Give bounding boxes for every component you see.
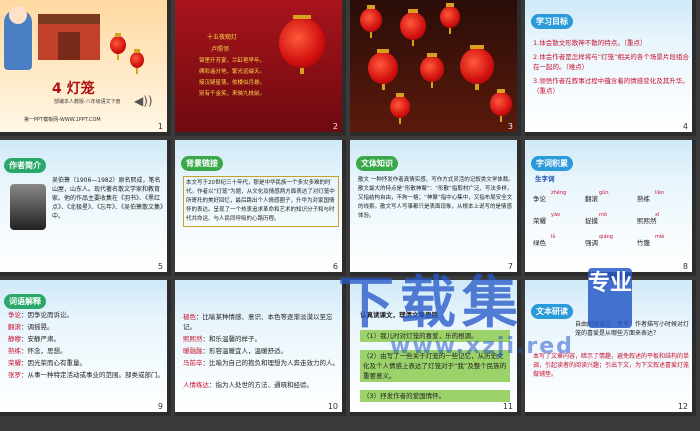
goal-text: 1.体会散文形散神不散的特点。（重点） [533, 39, 647, 47]
vocab-word: 争论 [533, 195, 546, 203]
section-tag: 背景链接 [181, 156, 223, 171]
section-tag: 文体知识 [356, 156, 398, 171]
slide-thumbnail-6[interactable]: 背景链接 本文写于20世纪三十年代，那是中华民族一个多灾多难的时代。作者以“灯笼… [175, 140, 346, 276]
publisher: 部编本人教版·八年级语文下册 [54, 99, 121, 105]
poem-line: 缛彩遥分地，繁光远缀天。 [199, 69, 266, 75]
definition-row: 争论：因争论而诉讼。 [8, 311, 73, 319]
vocab-pinyin: qiáng [599, 234, 613, 240]
vocab-pinyin: lǜ [551, 234, 556, 240]
lantern-icon [360, 5, 382, 38]
definition-row: 荣耀：因光荣而心有重量。 [8, 359, 86, 367]
lantern-icon [368, 49, 398, 90]
lantern-icon [490, 89, 512, 122]
vocab-word: 翻滚 [585, 195, 598, 203]
slide-thumbnail-8[interactable]: 字词积累 生字词 争论 zhēng 翻滚 gǔn 熟练 liàn 荣耀 yào … [525, 140, 696, 276]
lantern-icon [390, 93, 410, 124]
vocab-word: 捉摸 [585, 217, 598, 225]
author-bio: 吴伯箫（1906—1982）原名熙成，笔名山屋，山东人。现代著名散文学家和教育家… [52, 177, 167, 220]
vocab-pinyin: liàn [655, 190, 665, 196]
vocab-word: 竹篾 [637, 239, 650, 247]
section-tag: 作者简介 [4, 158, 46, 173]
watermark-text: 下载集 [338, 271, 524, 336]
definition-row: 静穆：安静严肃。 [8, 335, 60, 343]
definition-row: 马前卒：比喻为自己的抱负和理想为人奔走效力的人。 [183, 359, 339, 367]
author-photo [10, 184, 46, 230]
slide-number: 3 [507, 122, 513, 131]
outline-point: （3）抒发作者的爱国情怀。 [360, 390, 510, 402]
vocab-pinyin: miè [655, 234, 665, 240]
girl-face [9, 6, 27, 24]
vocab-word: 强调 [585, 239, 598, 247]
slide-thumbnail-7[interactable]: 文体知识 散文 一种抒发作者真情实感、写作方式灵活的记叙类文学体裁。散文最大的特… [350, 140, 521, 276]
definition-row: 熟练：怀念，思想。 [8, 347, 67, 355]
lantern-icon [279, 15, 325, 74]
definition-row: 张罗：从事一种特定活动或事业的范围。部类或部门。 [8, 371, 164, 379]
slide-thumbnail-1[interactable]: 4 灯笼 部编本人教版·八年级语文下册 ◀)) 第一PPT模板网-WWW.1PP… [0, 0, 171, 136]
poem-line: 锦里开芳宴，兰缸艳早年。 [199, 58, 266, 64]
lantern-icon [440, 3, 460, 34]
speaker-icon: ◀)) [134, 94, 153, 108]
definition-row: 熙熙然：和乐温馨的样子。 [183, 335, 261, 343]
goal-text: 3.领悟作者在叙事过程中蕴含着的情感变化及其升华。（重点） [533, 77, 689, 95]
lantern-icon [400, 9, 426, 46]
slide-thumbnail-10[interactable]: 褪色：比喻某种情感、意识、本色等逐渐淡漠以至忘记。 熙熙然：和乐温馨的样子。 暖… [175, 280, 346, 416]
poem-line: 别有千金笑，来映九枝前。 [199, 91, 266, 97]
slide-number: 5 [157, 262, 163, 271]
definition-row: 暖融融：形容温暖宜人，温暖舒适。 [183, 347, 287, 355]
vocab-pinyin: zhēng [551, 190, 567, 196]
slide-title: 4 灯笼 [52, 81, 95, 97]
definition-row: 人情练达：指为人处世的方法、通晓和经验。 [183, 381, 313, 389]
slide-number: 1 [157, 122, 163, 131]
lantern-icon [460, 45, 494, 90]
vocab-pinyin: gǔn [599, 190, 609, 196]
slide-thumbnail-4[interactable]: 学习目标 1.体会散文形散神不散的特点。（重点） 2.体会作者是怎样将与“灯笼”… [525, 0, 696, 136]
section-tag: 文本研读 [531, 304, 573, 319]
slide-number: 11 [502, 402, 513, 411]
watermark-url: www.xzji.red [390, 334, 574, 359]
poem-title: 十五夜观灯 [207, 34, 238, 41]
vocab-word: 绿色 [533, 239, 546, 247]
vocab-pinyin: yào [551, 212, 561, 218]
slide-thumbnail-5[interactable]: 作者简介 吴伯箫（1906—1982）原名熙成，笔名山屋，山东人。现代著名散文学… [0, 140, 171, 276]
slide-number: 2 [332, 122, 338, 131]
definition-row: 翻滚：调摇晃。 [8, 323, 54, 331]
slide-thumbnail-9[interactable]: 词语解释 争论：因争论而诉讼。 翻滚：调摇晃。 静穆：安静严肃。 熟练：怀念，思… [0, 280, 171, 416]
vocab-word: 熟练 [637, 195, 650, 203]
slide-number: 12 [677, 402, 688, 411]
vocab-pinyin: xī [655, 212, 660, 218]
goal-text: 2.体会作者是怎样将与“灯笼”相关的各个场景片段组合在一起的。（难点） [533, 53, 689, 71]
vocab-word: 荣耀 [533, 217, 546, 225]
definition-row: 褪色：比喻某种情感、意识、本色等逐渐淡漠以至忘记。 [183, 313, 333, 331]
background-text: 本文写于20世纪三十年代，那是中华民族一个多灾多难的时代。作者以“灯笼”为题，从… [183, 176, 339, 227]
slide-grid: 4 灯笼 部编本人教版·八年级语文下册 ◀)) 第一PPT模板网-WWW.1PP… [0, 0, 700, 431]
lantern-icon [130, 49, 144, 74]
slide-number: 9 [157, 402, 163, 411]
slide-number: 8 [682, 262, 688, 271]
subheading: 生字词 [535, 175, 555, 183]
slide-thumbnail-2[interactable]: 十五夜观灯 卢照邻 锦里开芳宴，兰缸艳早年。 缛彩遥分地，繁光远缀天。 接汉疑星… [175, 0, 346, 136]
slide-number: 4 [682, 122, 688, 131]
slide-thumbnail-3[interactable]: 3 [350, 0, 521, 136]
site-text: 第一PPT模板网-WWW.1PPT.COM [24, 117, 101, 123]
slide-number: 10 [327, 402, 338, 411]
vocab-word: 熙熙然 [637, 217, 657, 225]
vocab-pinyin: mō [599, 212, 607, 218]
poem-author: 卢照邻 [211, 46, 230, 53]
lantern-icon [110, 33, 126, 60]
section-tag: 学习目标 [531, 14, 573, 29]
gate-door [58, 32, 80, 60]
lantern-icon [420, 53, 444, 88]
poem-line: 接汉疑星落，依楼似月悬。 [199, 80, 266, 86]
watermark-badge: 专业 [588, 268, 632, 328]
section-tag: 词语解释 [4, 294, 46, 309]
section-tag: 字词积累 [531, 156, 573, 171]
genre-text: 散文 一种抒发作者真情实感、写作方式灵活的记叙类文学体裁。散文最大的特点是“形散… [358, 177, 514, 219]
